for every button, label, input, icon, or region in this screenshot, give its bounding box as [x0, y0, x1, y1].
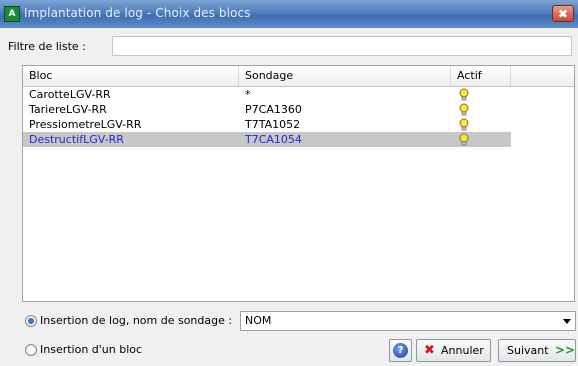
cell-bloc: DestructifLGV-RR [29, 133, 124, 146]
cell-actif[interactable] [451, 117, 511, 132]
lightbulb-icon [459, 133, 469, 146]
list-header: Bloc Sondage Actif [23, 66, 574, 87]
help-button[interactable]: ? [389, 339, 412, 362]
chevron-down-icon[interactable] [563, 319, 571, 324]
insertion-bloc-label: Insertion d'un bloc [40, 343, 143, 356]
column-header-sondage[interactable]: Sondage [239, 66, 451, 86]
cell-actif[interactable] [451, 87, 511, 102]
next-button[interactable]: Suivant >> [498, 339, 576, 362]
insertion-log-radio[interactable] [25, 315, 37, 327]
cell-bloc: PressiometreLGV-RR [29, 118, 142, 131]
filter-input[interactable] [112, 36, 572, 56]
blocs-list[interactable]: Bloc Sondage Actif CarotteLGV-RR * Tarier… [22, 65, 575, 302]
insertion-log-label: Insertion de log, nom de sondage : [40, 314, 233, 327]
app-icon: A [4, 6, 20, 22]
title-bar: A Implantation de log - Choix des blocs … [0, 0, 578, 28]
cell-sondage: * [245, 88, 251, 101]
column-header-actif[interactable]: Actif [451, 66, 511, 86]
cell-sondage: T7TA1052 [245, 118, 301, 131]
table-row[interactable]: DestructifLGV-RR T7CA1054 [23, 132, 511, 147]
cell-sondage: T7CA1054 [245, 133, 302, 146]
close-button[interactable]: ✖ [552, 5, 574, 22]
lightbulb-icon [459, 103, 469, 116]
help-icon: ? [393, 343, 408, 358]
sondage-name-select[interactable]: NOM [240, 311, 576, 331]
lightbulb-icon [459, 88, 469, 101]
column-header-bloc[interactable]: Bloc [23, 66, 239, 86]
cell-actif[interactable] [451, 132, 511, 147]
table-row[interactable]: PressiometreLGV-RR T7TA1052 [23, 117, 511, 132]
cancel-label: Annuler [441, 344, 484, 357]
cancel-button[interactable]: ✖ Annuler [416, 339, 491, 362]
next-label: Suivant [507, 344, 549, 357]
cell-actif[interactable] [451, 102, 511, 117]
table-row[interactable]: CarotteLGV-RR * [23, 87, 511, 102]
window-title: Implantation de log - Choix des blocs [24, 6, 251, 20]
table-row[interactable]: TariereLGV-RR P7CA1360 [23, 102, 511, 117]
cell-bloc: CarotteLGV-RR [29, 88, 111, 101]
cancel-icon: ✖ [424, 343, 435, 358]
cell-bloc: TariereLGV-RR [29, 103, 107, 116]
lightbulb-icon [459, 118, 469, 131]
next-arrow-icon: >> [555, 343, 576, 357]
cell-sondage: P7CA1360 [245, 103, 302, 116]
sondage-name-value: NOM [245, 314, 272, 327]
filter-label: Filtre de liste : [8, 40, 86, 53]
insertion-bloc-radio[interactable] [25, 344, 37, 356]
